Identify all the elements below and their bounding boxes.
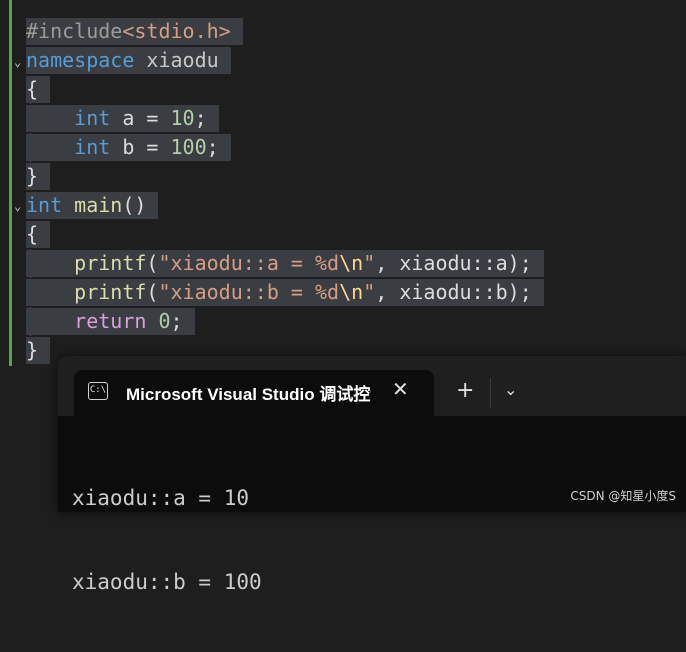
code-line[interactable]: #include<stdio.h>	[26, 18, 243, 45]
code-token: ;	[170, 309, 183, 333]
output-line: xiaodu::a = 10	[72, 486, 250, 510]
code-token: }	[26, 164, 39, 188]
watermark: CSDN @知星小度S	[570, 489, 676, 503]
code-token: return	[26, 309, 147, 333]
code-token: {	[26, 222, 39, 246]
code-token: 100	[170, 135, 207, 159]
code-token: {	[26, 77, 39, 101]
code-token: (	[146, 280, 159, 304]
code-line[interactable]: }	[26, 337, 51, 364]
code-token: int	[26, 193, 63, 217]
code-token: int	[26, 135, 111, 159]
code-token: #include	[26, 19, 123, 43]
code-token: xiaodu	[134, 48, 219, 72]
code-line[interactable]: {	[26, 76, 51, 103]
code-line[interactable]: {	[26, 221, 51, 248]
code-token: b =	[110, 135, 171, 159]
code-token: ()	[122, 193, 147, 217]
code-token: }	[26, 338, 39, 362]
code-line[interactable]: }	[26, 163, 51, 190]
code-token: namespace	[26, 48, 135, 72]
output-line: xiaodu::b = 100	[72, 570, 262, 594]
code-token: , xiaodu::a);	[375, 251, 532, 275]
code-line[interactable]: int b = 100;	[26, 134, 231, 161]
code-token: , xiaodu::b);	[375, 280, 532, 304]
code-token: (	[146, 251, 159, 275]
code-token: <stdio.h>	[122, 19, 231, 43]
code-line[interactable]: printf("xiaodu::a = %d\n", xiaodu::a);	[26, 250, 544, 277]
change-tracking-bar	[9, 0, 12, 366]
code-line[interactable]: int main()	[26, 192, 159, 219]
tab-bar: C:\ Microsoft Visual Studio 调试控制台 ✕ + ⌄	[58, 356, 686, 416]
tab-debug-console[interactable]: C:\ Microsoft Visual Studio 调试控制台 ✕	[74, 370, 434, 416]
console-icon: C:\	[88, 382, 108, 400]
code-token: 0	[158, 309, 171, 333]
code-line[interactable]: namespace xiaodu	[26, 47, 231, 74]
code-token: "	[363, 251, 376, 275]
code-token: main	[74, 193, 123, 217]
code-token: "	[363, 280, 376, 304]
code-token: "xiaodu::b = %d	[158, 280, 340, 304]
code-token: "xiaodu::a = %d	[158, 251, 340, 275]
fold-namespace-icon[interactable]: ⌄	[14, 56, 26, 68]
code-token: int	[26, 106, 111, 130]
code-token: ;	[206, 135, 219, 159]
tab-title: Microsoft Visual Studio 调试控制台	[126, 385, 371, 404]
code-token: a =	[110, 106, 171, 130]
code-line[interactable]: printf("xiaodu::b = %d\n", xiaodu::b);	[26, 279, 544, 306]
close-tab-icon[interactable]: ✕	[392, 377, 409, 401]
console-output: xiaodu::a = 10 xiaodu::b = 100	[72, 428, 262, 652]
new-tab-button[interactable]: +	[456, 378, 474, 403]
chevron-down-icon[interactable]: ⌄	[504, 380, 517, 399]
code-token: \n	[339, 280, 364, 304]
code-line[interactable]: return 0;	[26, 308, 195, 335]
code-token: printf	[26, 280, 147, 304]
fold-main-icon[interactable]: ⌄	[14, 200, 26, 212]
code-token: \n	[339, 251, 364, 275]
code-token: printf	[26, 251, 147, 275]
code-token: ;	[194, 106, 207, 130]
code-editor[interactable]: ⌄ ⌄ #include<stdio.h> namespace xiaodu{ i…	[0, 0, 686, 370]
code-line[interactable]: int a = 10;	[26, 105, 219, 132]
code-token: 10	[170, 106, 195, 130]
tab-separator	[490, 378, 491, 408]
